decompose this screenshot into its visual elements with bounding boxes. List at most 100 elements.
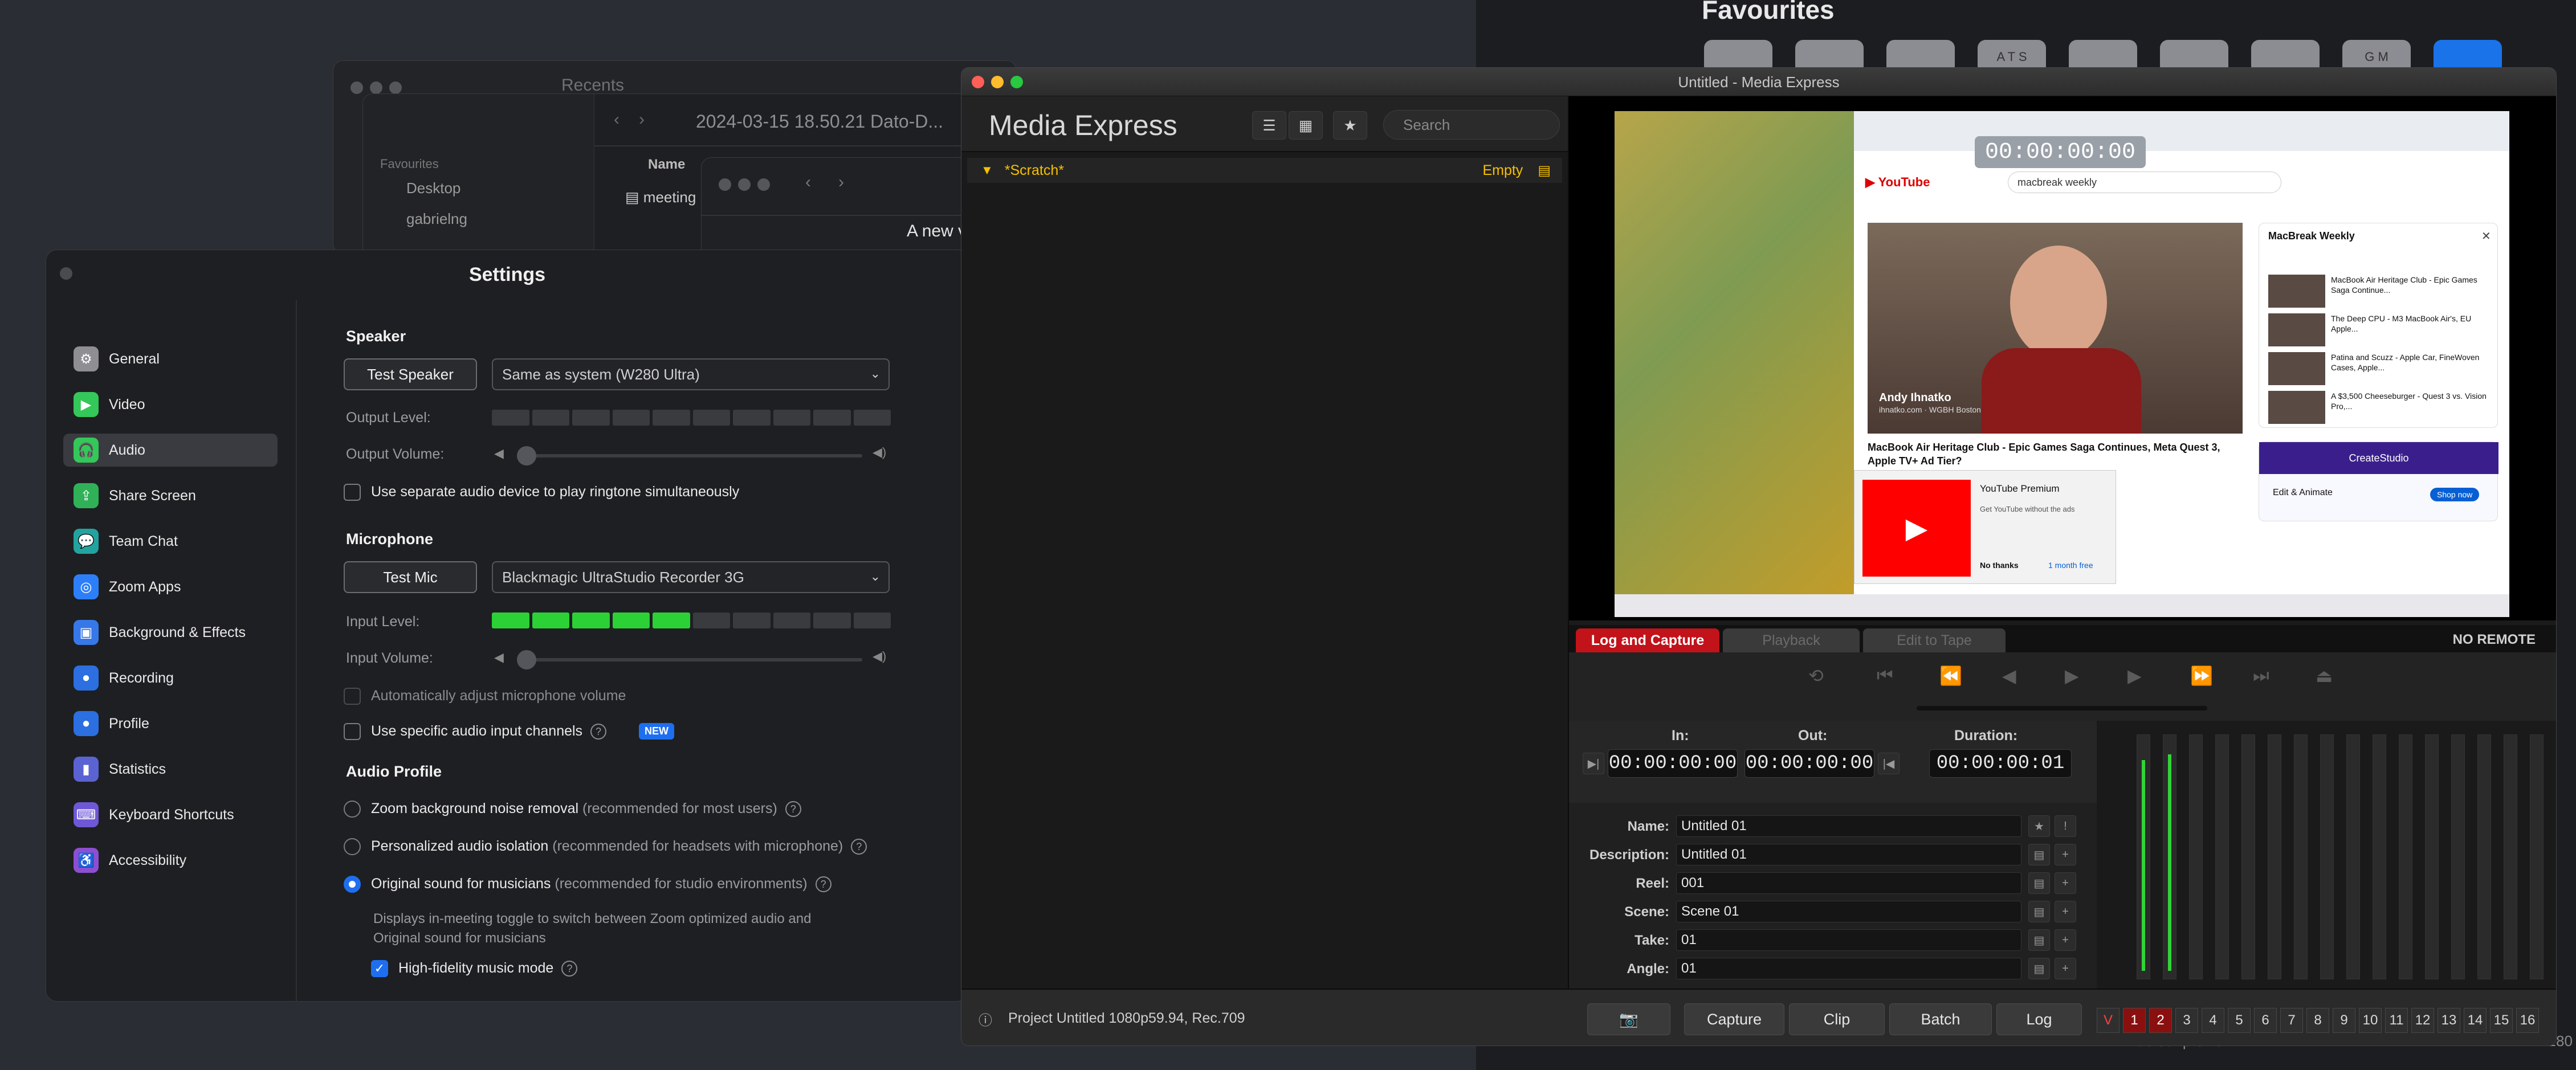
field-options-icon[interactable]: ▤	[2028, 929, 2050, 951]
sidebar-item-video[interactable]: ▶ Video	[63, 388, 278, 421]
ringtone-checkbox[interactable]	[344, 484, 361, 501]
close-icon[interactable]: ✕	[2481, 229, 2491, 243]
in-timecode[interactable]: 00:00:00:00	[1608, 749, 1738, 778]
sidebar-item-desktop[interactable]: Desktop	[406, 179, 460, 197]
back-icon[interactable]: ‹	[805, 173, 811, 192]
playlist-item[interactable]: The Deep CPU - M3 MacBook Air's, EU Appl…	[2268, 313, 2491, 349]
window-close-button[interactable]	[350, 81, 363, 94]
title-bar[interactable]: Untitled - Media Express	[961, 68, 2556, 96]
step-forward-icon[interactable]: ▶	[2127, 665, 2142, 687]
original-sound-radio[interactable]	[344, 876, 361, 893]
channel-toggle-1[interactable]: 1	[2123, 1008, 2146, 1033]
set-out-icon[interactable]: |◀	[1878, 753, 1900, 774]
microphone-select[interactable]: Blackmagic UltraStudio Recorder 3G ⌄	[492, 561, 890, 593]
channel-toggle-11[interactable]: 11	[2385, 1008, 2408, 1033]
channel-toggle-7[interactable]: 7	[2280, 1008, 2303, 1033]
playlist-item[interactable]: MacBook Air Heritage Club - Epic Games S…	[2268, 275, 2491, 310]
metadata-field[interactable]: 001	[1676, 872, 2021, 894]
video-player[interactable]: Andy Ihnatko ihnatko.com · WGBH Boston	[1868, 223, 2243, 434]
channel-toggle-12[interactable]: 12	[2411, 1008, 2434, 1033]
playlist-item[interactable]: A $3,500 Cheeseburger - Quest 3 vs. Visi…	[2268, 391, 2491, 426]
youtube-logo-icon[interactable]: ▶ YouTube	[1865, 175, 1930, 190]
metadata-field[interactable]: Untitled 01	[1676, 815, 2021, 837]
slider-knob[interactable]	[517, 650, 536, 669]
field-options-icon[interactable]: ▤	[2028, 901, 2050, 922]
help-icon[interactable]: ?	[561, 961, 578, 977]
help-icon[interactable]: ?	[851, 839, 867, 855]
camera-icon[interactable]: 📷	[1587, 1003, 1670, 1035]
input-volume-slider[interactable]	[517, 650, 862, 669]
channel-toggle-8[interactable]: 8	[2306, 1008, 2329, 1033]
window-zoom-button[interactable]	[757, 178, 770, 191]
sidebar-item-team-chat[interactable]: 💬 Team Chat	[63, 525, 278, 558]
hifi-checkbox[interactable]: ✓	[371, 960, 388, 977]
window-zoom-button[interactable]	[389, 81, 402, 94]
increment-icon[interactable]: +	[2055, 901, 2076, 922]
eject-icon[interactable]: ⏏	[2316, 665, 2333, 687]
favorite-star-icon[interactable]: ★	[2028, 815, 2050, 837]
window-minimize-button[interactable]	[738, 178, 751, 191]
window-minimize-button[interactable]	[370, 81, 382, 94]
tab-edit-to-tape[interactable]: Edit to Tape	[1863, 628, 2006, 652]
favorite-star-icon[interactable]: ★	[1333, 111, 1367, 140]
file-row[interactable]: ▤ meeting	[625, 189, 696, 206]
step-back-icon[interactable]: ◀	[2002, 665, 2016, 687]
channel-toggle-5[interactable]: 5	[2228, 1008, 2251, 1033]
popup-trial-link[interactable]: 1 month free	[2048, 561, 2093, 570]
loop-icon[interactable]: ⟲	[1808, 665, 1824, 687]
auto-adjust-checkbox[interactable]	[344, 688, 361, 705]
slider-knob[interactable]	[517, 446, 536, 465]
info-icon[interactable]: ⓘ	[979, 1009, 992, 1029]
forward-icon[interactable]: ›	[639, 110, 645, 129]
test-speaker-button[interactable]: Test Speaker	[344, 358, 477, 390]
sidebar-item-audio[interactable]: 🎧 Audio	[63, 434, 278, 467]
ad-shop-button[interactable]: Shop now	[2430, 488, 2480, 501]
sidebar-item-home[interactable]: gabrielng	[406, 210, 467, 228]
channel-toggle-14[interactable]: 14	[2464, 1008, 2487, 1033]
metadata-field[interactable]: 01	[1676, 929, 2021, 951]
batch-button[interactable]: Batch	[1889, 1003, 1992, 1035]
help-icon[interactable]: ?	[815, 876, 832, 893]
tab-playback[interactable]: Playback	[1723, 628, 1860, 652]
specific-channels-checkbox[interactable]	[344, 723, 361, 740]
sidebar-item-zoom-apps[interactable]: ◎ Zoom Apps	[63, 570, 278, 603]
field-options-icon[interactable]: ▤	[2028, 844, 2050, 865]
audio-isolation-radio[interactable]	[344, 838, 361, 855]
column-name-header[interactable]: Name	[648, 157, 685, 173]
set-in-icon[interactable]: ▶|	[1583, 753, 1604, 774]
sidebar-item-keyboard-shortcuts[interactable]: ⌨ Keyboard Shortcuts	[63, 798, 278, 831]
increment-icon[interactable]: +	[2055, 844, 2076, 865]
bin-row[interactable]: ▼ *Scratch* Empty ▤	[967, 158, 1562, 183]
help-icon[interactable]: ?	[590, 724, 607, 740]
sidebar-item-accessibility[interactable]: ♿ Accessibility	[63, 844, 278, 877]
capture-button[interactable]: Capture	[1684, 1003, 1784, 1035]
channel-toggle-9[interactable]: 9	[2333, 1008, 2355, 1033]
grid-view-icon[interactable]: ▦	[1289, 111, 1323, 140]
sponsored-ad[interactable]: CreateStudio Edit & Animate Shop now	[2259, 442, 2498, 521]
sidebar-item-general[interactable]: ⚙ General	[63, 342, 278, 375]
channel-toggle-6[interactable]: 6	[2254, 1008, 2277, 1033]
metadata-field[interactable]: 01	[1676, 958, 2021, 979]
increment-icon[interactable]: +	[2055, 929, 2076, 951]
list-view-icon[interactable]: ☰	[1252, 111, 1286, 140]
tab-log-and-capture[interactable]: Log and Capture	[1576, 628, 1719, 652]
increment-icon[interactable]: +	[2055, 958, 2076, 979]
test-mic-button[interactable]: Test Mic	[344, 561, 477, 593]
rewind-icon[interactable]: ⏪	[1939, 665, 1962, 687]
channel-toggle-10[interactable]: 10	[2359, 1008, 2382, 1033]
forward-icon[interactable]: ›	[838, 173, 844, 192]
channel-toggle-13[interactable]: 13	[2438, 1008, 2460, 1033]
channel-toggle-16[interactable]: 16	[2516, 1008, 2539, 1033]
back-icon[interactable]: ‹	[614, 110, 619, 129]
popup-no-thanks[interactable]: No thanks	[1980, 561, 2019, 570]
out-timecode[interactable]: 00:00:00:00	[1744, 749, 1874, 778]
window-close-button[interactable]	[719, 178, 731, 191]
channel-toggle-3[interactable]: 3	[2175, 1008, 2198, 1033]
metadata-field[interactable]: Scene 01	[1676, 901, 2021, 922]
noise-removal-radio[interactable]	[344, 801, 361, 818]
sidebar-item-profile[interactable]: ● Profile	[63, 707, 278, 740]
play-icon[interactable]: ▶	[2065, 665, 2079, 687]
go-to-end-icon[interactable]: ⏭	[2253, 665, 2269, 687]
field-options-icon[interactable]: ▤	[2028, 872, 2050, 894]
channel-toggle-2[interactable]: 2	[2149, 1008, 2172, 1033]
